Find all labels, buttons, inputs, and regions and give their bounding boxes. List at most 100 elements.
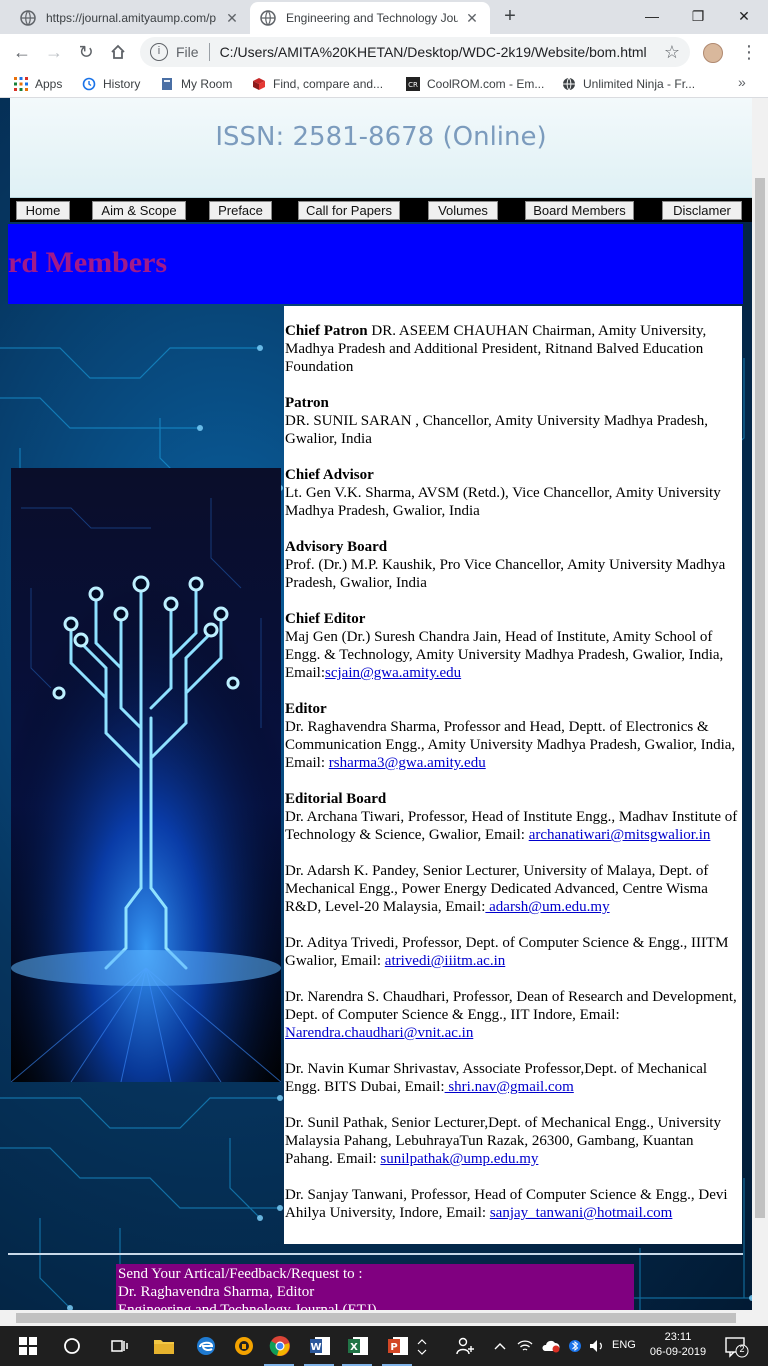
bookmarks-overflow-button[interactable]: » [738,74,746,90]
search-icon[interactable] [58,1332,86,1360]
nav-call-for-papers[interactable]: Call for Papers [298,201,400,220]
nav-volumes[interactable]: Volumes [428,201,498,220]
address-bar[interactable]: i File C:/Users/AMITA%20KHETAN/Desktop/W… [140,37,690,67]
list-item: Dr. Narendra S. Chaudhari, Professor, De… [285,988,740,1042]
tab-engineering-journal[interactable]: Engineering and Technology Jour ✕ [250,2,490,34]
menu-icon[interactable]: ⋮ [740,40,758,64]
apps-grid-icon [14,77,28,91]
window-close-icon[interactable]: ✕ [732,5,756,29]
bookmarks-bar: Apps History My Room Find, compare and..… [0,70,768,98]
security-app-icon[interactable] [230,1332,258,1360]
horizontal-scrollbar[interactable] [0,1310,768,1326]
bookmark-history[interactable]: History [82,75,140,93]
section-patron: Patron DR. SUNIL SARAN , Chancellor, Ami… [285,394,740,448]
scrollbar-thumb[interactable] [755,178,765,1218]
bookmark-apps[interactable]: Apps [14,75,62,93]
bookmark-my-room[interactable]: My Room [160,75,232,93]
network-icon[interactable] [514,1332,536,1360]
tab-strip: https://journal.amityaump.com/p ✕ Engine… [0,0,768,34]
page-title: rd Members [8,246,168,279]
cloud-sync-icon[interactable] [540,1332,562,1360]
nav-board-members[interactable]: Board Members [525,201,634,220]
email-link[interactable]: archanatiwari@mitsgwalior.in [529,827,711,843]
url-text[interactable]: C:/Users/AMITA%20KHETAN/Desktop/WDC-2k19… [220,44,660,60]
nav-home[interactable]: Home [16,201,70,220]
email-link[interactable]: scjain@gwa.amity.edu [325,665,461,681]
section-chief-patron: Chief Patron DR. ASEEM CHAUHAN Chairman,… [285,322,740,376]
tab-journal[interactable]: https://journal.amityaump.com/p ✕ [10,2,250,34]
scrollbar-thumb[interactable] [16,1313,736,1323]
restore-icon[interactable]: ❐ [686,5,710,29]
reload-icon[interactable]: ↻ [74,40,98,64]
windows-start-icon[interactable] [14,1332,42,1360]
svg-text:X: X [350,1342,358,1353]
back-icon[interactable]: ← [10,40,34,64]
close-icon[interactable]: ✕ [464,10,480,27]
email-link[interactable]: sanjay_tanwani@hotmail.com [490,1205,673,1221]
tab-title: https://journal.amityaump.com/p [46,11,217,25]
coolrom-icon: CR [406,77,420,91]
powerpoint-icon[interactable]: P [384,1332,412,1360]
email-link[interactable]: rsharma3@gwa.amity.edu [329,755,486,771]
excel-icon[interactable]: X [344,1332,372,1360]
email-link[interactable]: Narendra.chaudhari@vnit.ac.in [285,1025,473,1041]
book-icon [253,78,265,90]
email-link[interactable]: adarsh@um.edu.my [485,899,609,915]
footer-line: Send Your Artical/Feedback/Request to : [118,1266,363,1282]
issn-text: ISSN: 2581-8678 (Online) [215,122,547,152]
tray-overflow-icon[interactable] [490,1332,510,1360]
home-icon[interactable] [106,40,130,64]
chevron-up-icon[interactable] [414,1332,430,1360]
bookmark-label: Unlimited Ninja - Fr... [583,77,696,91]
word-icon[interactable]: W [306,1332,334,1360]
list-item: Dr. Adarsh K. Pandey, Senior Lecturer, U… [285,862,740,916]
minimize-icon[interactable]: — [640,5,664,29]
task-view-icon[interactable] [106,1332,134,1360]
chrome-icon[interactable] [266,1332,294,1360]
list-item: Dr. Aditya Trivedi, Professor, Dept. of … [285,934,740,970]
svg-text:P: P [390,1342,397,1353]
clock[interactable]: 23:11 06-09-2019 [644,1330,712,1360]
bookmark-coolrom[interactable]: CR CoolROM.com - Em... [406,75,544,93]
nav-preface[interactable]: Preface [209,201,272,220]
list-item: Dr. Navin Kumar Shrivastav, Associate Pr… [285,1060,740,1096]
history-icon [82,77,96,91]
clock-date: 06-09-2019 [649,1346,707,1358]
notification-center-button[interactable]: 2 [722,1332,750,1360]
bluetooth-icon[interactable] [564,1332,586,1360]
notification-count: 2 [739,1344,745,1354]
profile-avatar[interactable] [703,43,723,63]
email-link[interactable]: atrivedi@iiitm.ac.in [385,953,505,969]
bookmark-star-icon[interactable]: ☆ [664,42,680,63]
new-tab-button[interactable]: + [498,5,522,29]
list-item: Dr. Archana Tiwari, Professor, Head of I… [285,808,740,844]
file-explorer-icon[interactable] [150,1332,178,1360]
email-link[interactable]: sunilpathak@ump.edu.my [380,1151,538,1167]
info-icon[interactable]: i [150,43,168,61]
member-text: Dr. Aditya Trivedi, Professor, Dept. of … [285,935,729,969]
page-viewport: ISSN: 2581-8678 (Online) Home Aim & Scop… [0,98,752,1310]
bookmark-find-compare[interactable]: Find, compare and... [252,75,383,93]
people-icon[interactable] [452,1332,480,1360]
member-text: DR. SUNIL SARAN , Chancellor, Amity Univ… [285,413,708,447]
globe-icon [563,77,575,91]
role-heading: Chief Patron [285,323,368,339]
vertical-scrollbar[interactable] [752,98,768,1310]
role-heading: Editorial Board [285,791,387,807]
volume-icon[interactable] [586,1332,608,1360]
language-indicator[interactable]: ENG [612,1339,636,1351]
scheme-label: File [176,44,199,60]
globe-icon [260,10,276,26]
bookmark-label: CoolROM.com - Em... [427,77,545,91]
forward-icon[interactable]: → [42,40,66,64]
section-chief-editor: Chief Editor Maj Gen (Dr.) Suresh Chandr… [285,610,740,682]
edge-browser-icon[interactable] [192,1332,220,1360]
close-icon[interactable]: ✕ [224,10,240,27]
nav-aim-scope[interactable]: Aim & Scope [92,201,186,220]
taskbar: W X P ENG 23:11 06-09-2019 2 [0,1326,768,1366]
email-link[interactable]: shri.nav@gmail.com [445,1079,573,1095]
footer-line: Engineering and Technology Journal (ETJ) [118,1302,377,1310]
bookmark-unlimited-ninja[interactable]: Unlimited Ninja - Fr... [562,75,695,93]
nav-disclamer[interactable]: Disclamer [662,201,742,220]
divider [8,1253,743,1255]
